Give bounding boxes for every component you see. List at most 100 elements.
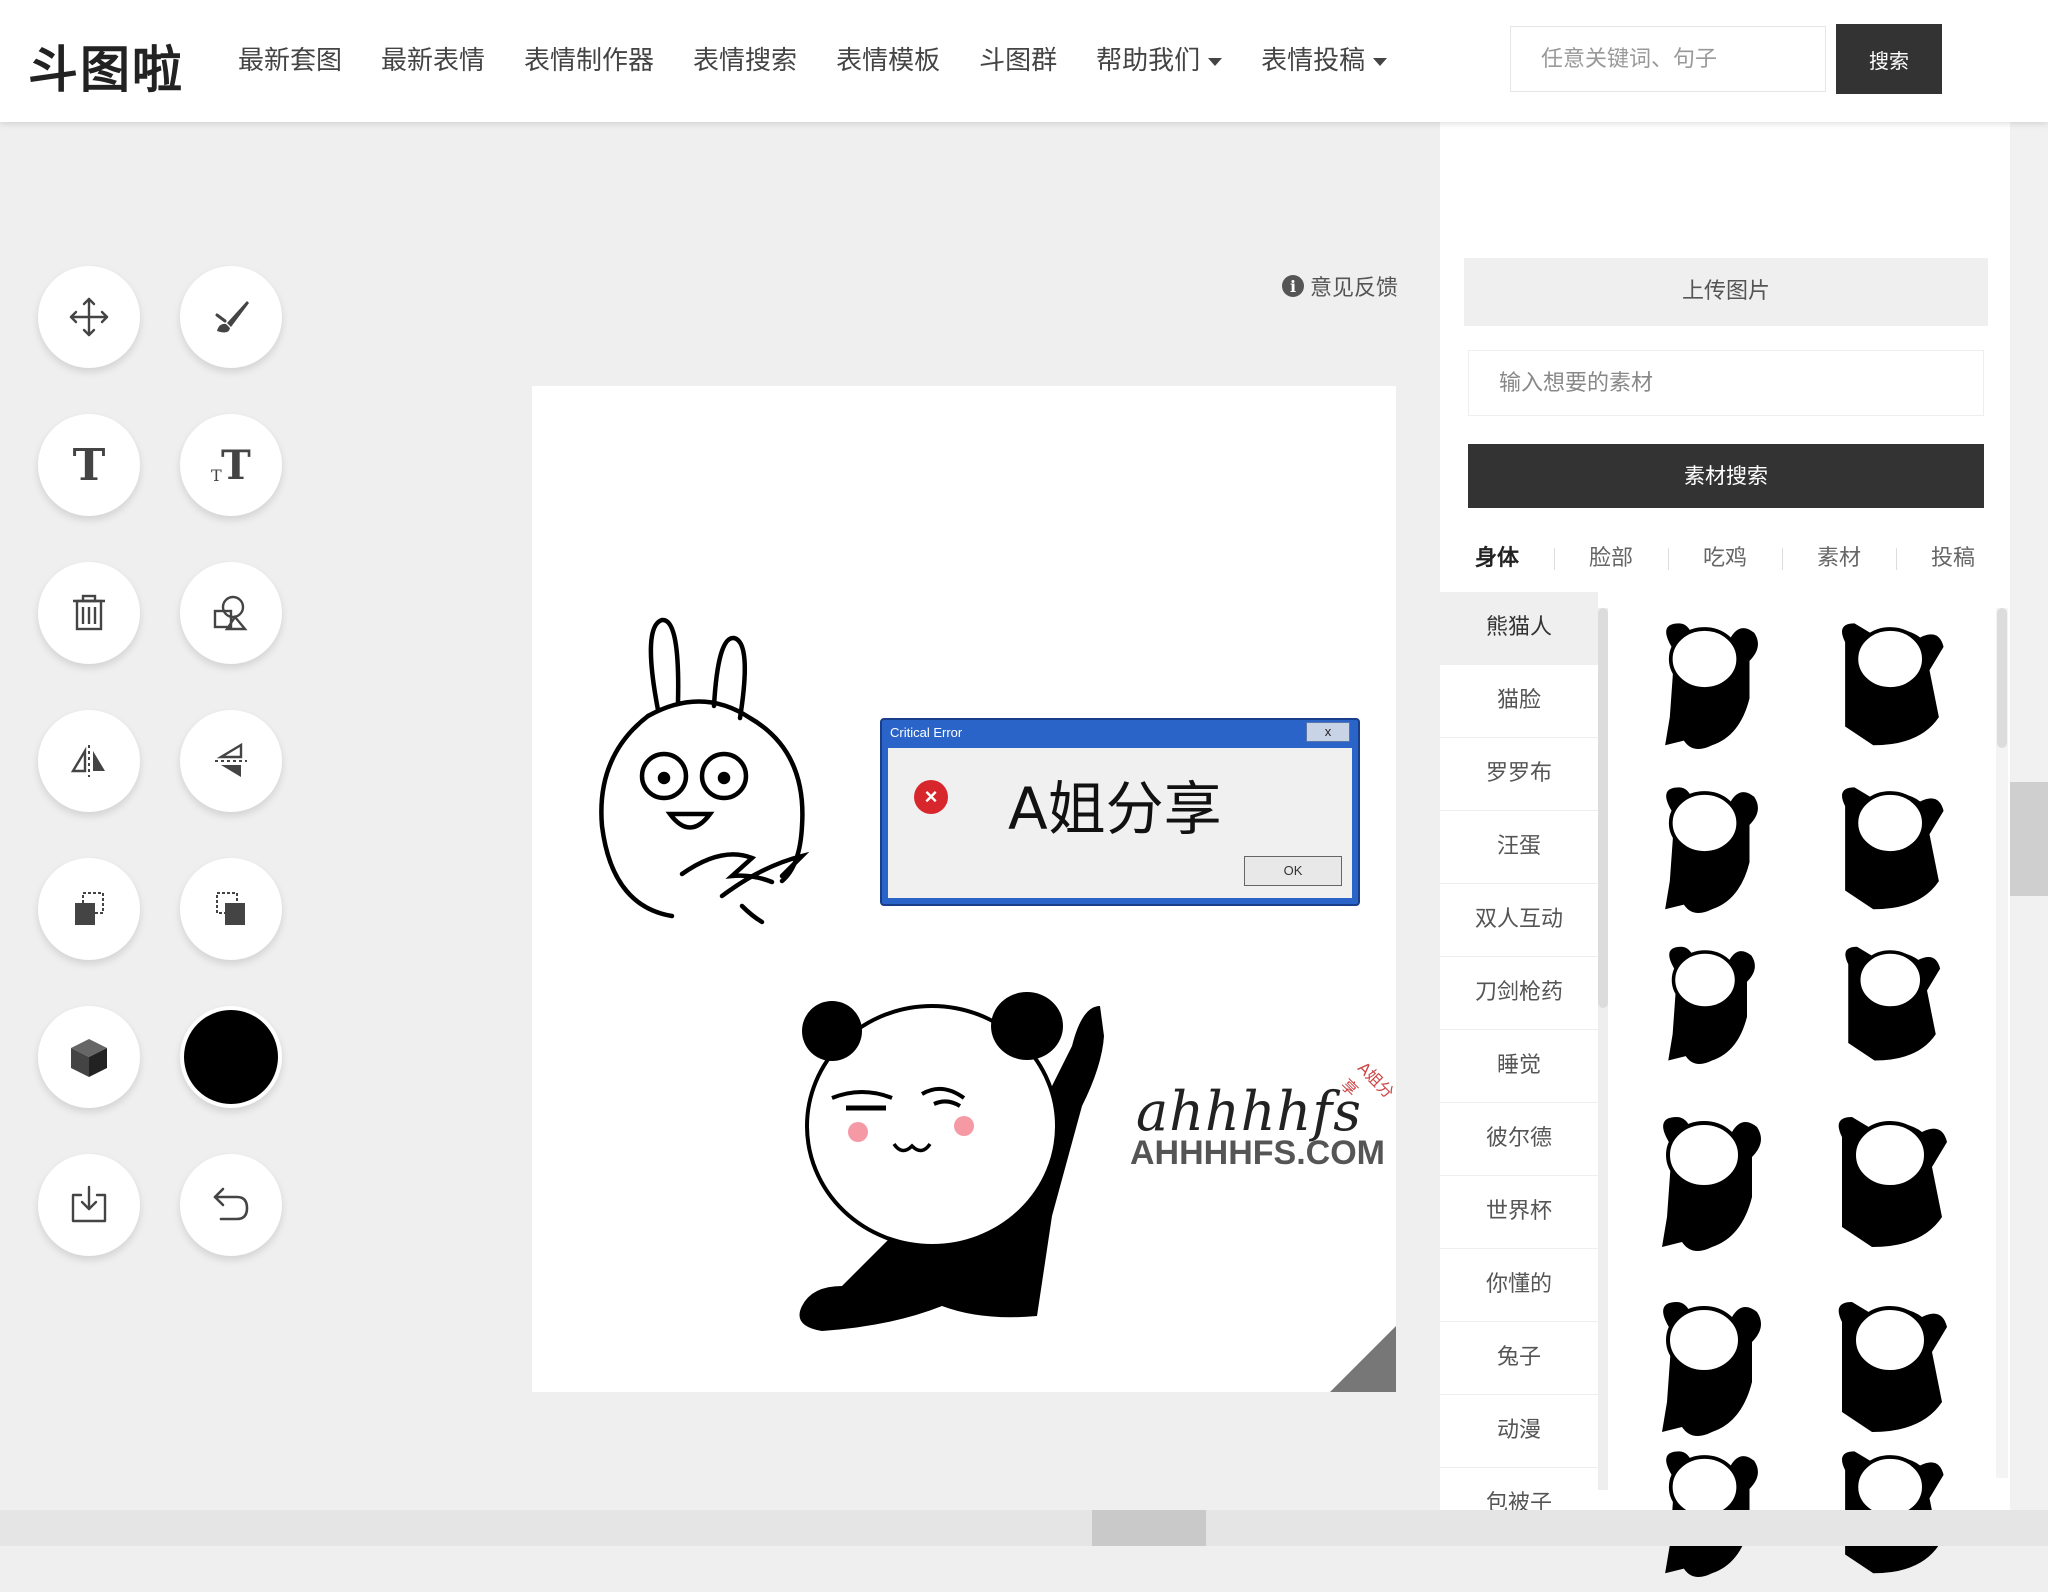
send-backward-button[interactable] bbox=[180, 858, 282, 960]
sticker-thumbnail[interactable] bbox=[1632, 1282, 1792, 1462]
add-vertical-text-button[interactable]: T T bbox=[180, 414, 282, 516]
canvas-resize-handle[interactable] bbox=[1330, 1326, 1396, 1392]
subcategory-item[interactable]: 汪蛋 bbox=[1440, 811, 1598, 884]
subcategory-item[interactable]: 动漫 bbox=[1440, 1395, 1598, 1468]
sticker-grid-scrollbar[interactable] bbox=[1996, 608, 2008, 1478]
nav-item-emoji-templates[interactable]: 表情模板 bbox=[836, 40, 940, 77]
download-icon bbox=[71, 1185, 107, 1223]
trash-icon bbox=[73, 594, 105, 631]
cube-icon bbox=[71, 1039, 107, 1077]
shapes-button[interactable] bbox=[180, 562, 282, 664]
add-text-icon: T bbox=[72, 439, 106, 491]
shapes-icon bbox=[213, 595, 248, 631]
dialog-title: Critical Error bbox=[890, 725, 963, 740]
subcategory-item[interactable]: 彼尔德 bbox=[1440, 1103, 1598, 1176]
subcategory-item[interactable]: 熊猫人 bbox=[1440, 592, 1598, 665]
error-icon: × bbox=[914, 780, 948, 814]
subcategory-scrollbar-thumb[interactable] bbox=[1598, 608, 1608, 1008]
sticker-thumbnail[interactable] bbox=[1632, 938, 1792, 1078]
search-button[interactable]: 搜索 bbox=[1836, 24, 1942, 94]
editor-canvas[interactable]: Critical Error x × A姐分享 OK ahhhhfs AHHHH… bbox=[532, 386, 1396, 1392]
sticker-thumbnail[interactable] bbox=[1812, 1282, 1972, 1462]
sticker-thumbnail[interactable] bbox=[1812, 938, 1972, 1078]
nav-item-emoji-search[interactable]: 表情搜索 bbox=[693, 40, 797, 77]
nav-item-latest-sets[interactable]: 最新套图 bbox=[238, 40, 342, 77]
subcategory-item[interactable]: 包被子 bbox=[1440, 1468, 1598, 1510]
flip-vertical-icon bbox=[215, 742, 247, 777]
delete-button[interactable] bbox=[38, 562, 140, 664]
error-dialog-sticker[interactable]: Critical Error x × A姐分享 OK bbox=[880, 718, 1360, 906]
dialog-close-button: x bbox=[1306, 722, 1350, 742]
svg-text:T: T bbox=[221, 443, 251, 487]
subcategory-item[interactable]: 双人互动 bbox=[1440, 884, 1598, 957]
rabbit-sticker-illustration[interactable] bbox=[592, 606, 822, 926]
sticker-grid-scrollbar-thumb[interactable] bbox=[1997, 608, 2007, 748]
download-button[interactable] bbox=[38, 1154, 140, 1256]
search-input[interactable] bbox=[1510, 26, 1826, 92]
nav-item-emoji-maker[interactable]: 表情制作器 bbox=[524, 40, 654, 77]
main-nav: 最新套图 最新表情 表情制作器 表情搜索 表情模板 斗图群 帮助我们 表情投稿 bbox=[238, 40, 1426, 77]
tab-face[interactable]: 脸部 bbox=[1554, 534, 1668, 584]
add-text-button[interactable]: T bbox=[38, 414, 140, 516]
material-panel: 上传图片 素材搜索 身体 脸部 吃鸡 素材 投稿 熊猫人 猫脸 罗罗布 汪蛋 双… bbox=[1440, 122, 2010, 1577]
flip-horizontal-icon bbox=[70, 745, 105, 777]
category-tabs: 身体 脸部 吃鸡 素材 投稿 bbox=[1440, 534, 2010, 584]
brush-tool-button[interactable] bbox=[180, 266, 282, 368]
nav-item-submit[interactable]: 表情投稿 bbox=[1261, 40, 1388, 77]
undo-icon bbox=[213, 1187, 249, 1221]
sticker-thumbnail[interactable] bbox=[1812, 778, 1972, 928]
page-vertical-scrollbar-thumb[interactable] bbox=[2010, 782, 2048, 896]
nav-item-groups[interactable]: 斗图群 bbox=[979, 40, 1057, 77]
sticker-thumbnail[interactable] bbox=[1812, 614, 1972, 764]
feedback-link[interactable]: i 意见反馈 bbox=[1282, 270, 1398, 302]
page-vertical-scrollbar[interactable] bbox=[2010, 122, 2048, 1510]
dialog-message: A姐分享 bbox=[1008, 775, 1222, 843]
move-tool-button[interactable] bbox=[38, 266, 140, 368]
subcategory-item[interactable]: 世界杯 bbox=[1440, 1176, 1598, 1249]
panda-pointing-sticker[interactable] bbox=[782, 986, 1182, 1356]
sticker-thumbnail[interactable] bbox=[1632, 778, 1792, 928]
dialog-body: × A姐分享 OK bbox=[888, 748, 1352, 898]
watermark-domain: AHHHHFS.COM bbox=[1130, 1134, 1385, 1172]
chevron-down-icon bbox=[1373, 57, 1388, 66]
info-icon: i bbox=[1282, 275, 1304, 297]
top-navigation-bar: 斗图啦 最新套图 最新表情 表情制作器 表情搜索 表情模板 斗图群 帮助我们 表… bbox=[0, 0, 2048, 122]
move-icon bbox=[69, 297, 109, 337]
tab-materials[interactable]: 素材 bbox=[1782, 534, 1896, 584]
subcategory-item[interactable]: 你懂的 bbox=[1440, 1249, 1598, 1322]
flip-vertical-button[interactable] bbox=[180, 710, 282, 812]
feedback-label: 意见反馈 bbox=[1310, 276, 1399, 301]
color-picker-button[interactable] bbox=[180, 1006, 282, 1108]
nav-item-help-us[interactable]: 帮助我们 bbox=[1096, 40, 1223, 77]
page-horizontal-scrollbar[interactable] bbox=[0, 1510, 2048, 1546]
brush-icon bbox=[215, 301, 249, 333]
bring-forward-icon bbox=[75, 892, 104, 925]
add-vertical-text-icon: T T bbox=[211, 443, 251, 487]
subcategory-item[interactable]: 兔子 bbox=[1440, 1322, 1598, 1395]
tab-body[interactable]: 身体 bbox=[1440, 534, 1554, 584]
subcategory-item[interactable]: 睡觉 bbox=[1440, 1030, 1598, 1103]
svg-text:T: T bbox=[211, 466, 222, 485]
page-horizontal-scrollbar-thumb[interactable] bbox=[1092, 1510, 1206, 1546]
undo-button[interactable] bbox=[180, 1154, 282, 1256]
material-search-input[interactable] bbox=[1468, 350, 1984, 416]
bring-forward-button[interactable] bbox=[38, 858, 140, 960]
upload-image-button[interactable]: 上传图片 bbox=[1464, 258, 1988, 326]
color-swatch bbox=[184, 1010, 278, 1104]
subcategory-scrollbar[interactable] bbox=[1598, 608, 1608, 1490]
material-search-button[interactable]: 素材搜索 bbox=[1468, 444, 1984, 508]
tab-submit[interactable]: 投稿 bbox=[1896, 534, 2010, 584]
nav-item-latest-emoji[interactable]: 最新表情 bbox=[381, 40, 485, 77]
3d-button[interactable] bbox=[38, 1006, 140, 1108]
subcategory-item[interactable]: 罗罗布 bbox=[1440, 738, 1598, 811]
sticker-thumbnail[interactable] bbox=[1632, 1092, 1792, 1282]
flip-horizontal-button[interactable] bbox=[38, 710, 140, 812]
site-logo[interactable]: 斗图啦 bbox=[28, 30, 184, 102]
sticker-thumbnail[interactable] bbox=[1632, 614, 1792, 764]
tab-pubg[interactable]: 吃鸡 bbox=[1668, 534, 1782, 584]
subcategory-item[interactable]: 猫脸 bbox=[1440, 665, 1598, 738]
subcategory-list: 熊猫人 猫脸 罗罗布 汪蛋 双人互动 刀剑枪药 睡觉 彼尔德 世界杯 你懂的 兔… bbox=[1440, 592, 1598, 1510]
subcategory-item[interactable]: 刀剑枪药 bbox=[1440, 957, 1598, 1030]
chevron-down-icon bbox=[1208, 57, 1223, 66]
sticker-thumbnail[interactable] bbox=[1812, 1092, 1972, 1282]
